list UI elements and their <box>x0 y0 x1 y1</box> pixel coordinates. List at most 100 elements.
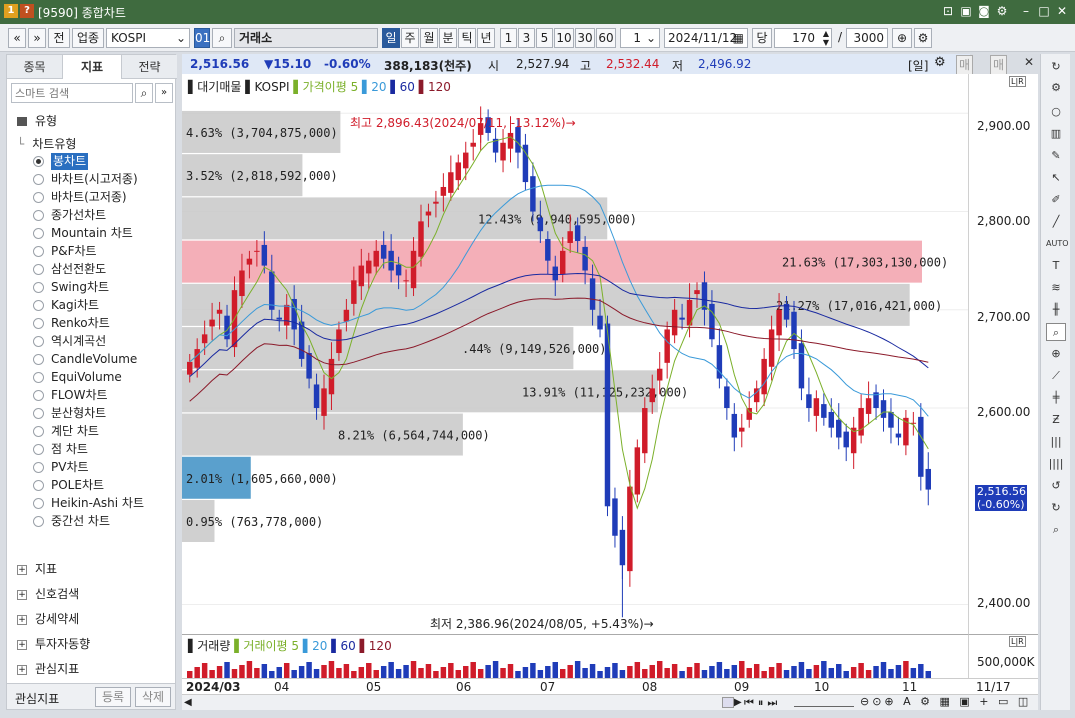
code-number[interactable]: 01 <box>194 28 210 48</box>
chart-type-radio[interactable] <box>33 228 44 239</box>
chart-type-radio[interactable] <box>33 426 44 437</box>
scroll-left-icon[interactable]: ◀ <box>184 697 192 708</box>
section-strength[interactable]: + 강세약세 <box>17 609 79 629</box>
upjong-button[interactable]: 업종 <box>72 28 104 48</box>
section-favorite[interactable]: + 관심지표 <box>17 659 79 679</box>
chart-type-radio[interactable] <box>33 264 44 275</box>
period-year[interactable]: 년 <box>477 28 495 48</box>
section-indicator[interactable]: + 지표 <box>17 559 57 579</box>
volume-panel[interactable]: ▌거래량 ▌거래이평 5 ▌20 ▌60 ▌120 <box>182 634 970 679</box>
bar-chart-icon[interactable]: ▥ <box>1046 125 1066 143</box>
gear-icon[interactable]: ⚙ <box>994 3 1010 19</box>
chart-type-radio[interactable] <box>33 498 44 509</box>
minimize-icon[interactable]: – <box>1018 3 1034 19</box>
chart-type-item[interactable]: 계단 차트 <box>51 423 99 440</box>
chart-type-radio[interactable] <box>33 192 44 203</box>
register-button[interactable]: 등록 <box>95 687 131 707</box>
search-icon[interactable]: ⌕ <box>212 28 232 48</box>
chart-type-radio[interactable] <box>33 480 44 491</box>
candle-icon[interactable]: ╫ <box>1046 301 1066 319</box>
pointer-icon[interactable]: ↖ <box>1046 169 1066 187</box>
total-input[interactable]: 3000 <box>846 28 888 48</box>
chart-type-item[interactable]: P&F차트 <box>51 243 97 260</box>
gear-icon[interactable]: ⚙ <box>1046 79 1066 97</box>
interval-10[interactable]: 10 <box>554 28 574 48</box>
scroll-thumb[interactable] <box>722 697 734 708</box>
tab-indicator[interactable]: 지표 <box>62 55 122 79</box>
chart-type-item[interactable]: EquiVolume <box>51 369 122 386</box>
chart-type-radio[interactable] <box>33 318 44 329</box>
grid-lines-icon[interactable]: |||| <box>1046 455 1066 473</box>
prev-button[interactable]: « <box>8 28 26 48</box>
zoom-controls[interactable]: ⊖⊙⊕ A ⚙ ▦ ▣ + ▭ ◫ <box>860 695 1031 708</box>
candle-pattern-icon[interactable]: ╪ <box>1046 389 1066 407</box>
chart-type-item[interactable]: 종가선차트 <box>51 207 106 224</box>
chart-type-item[interactable]: 바차트(시고저종) <box>51 171 138 188</box>
settings-icon[interactable]: ⚙ <box>914 28 932 48</box>
period-minute[interactable]: 분 <box>439 28 457 48</box>
chart-type-item[interactable]: POLE차트 <box>51 477 104 494</box>
text-icon[interactable]: T <box>1046 257 1066 275</box>
dang-button[interactable]: 당 <box>752 28 772 48</box>
chart-type-item[interactable]: 분산형차트 <box>51 405 106 422</box>
smart-search-input[interactable] <box>11 83 133 103</box>
magnifier-icon[interactable]: ⌕ <box>1046 323 1066 341</box>
maximize-icon[interactable]: □ <box>1036 3 1052 19</box>
period-day[interactable]: 일 <box>382 28 400 48</box>
chart-type-radio[interactable] <box>33 390 44 401</box>
chart-type-radio[interactable] <box>33 300 44 311</box>
period-week[interactable]: 주 <box>401 28 419 48</box>
chart-close-icon[interactable]: ✕ <box>1024 55 1034 69</box>
auto-line-icon[interactable]: AUTO <box>1046 235 1069 253</box>
chart-type-radio[interactable] <box>33 246 44 257</box>
chart-type-item[interactable]: 중간선 차트 <box>51 513 110 530</box>
chart-scrollbar[interactable]: ◀ ▶ ⏮⏸⏭ ⊖⊙⊕ A ⚙ ▦ ▣ + ▭ ◫ <box>182 694 1038 710</box>
zoom-slider[interactable] <box>794 697 854 707</box>
jeon-button[interactable]: 전 <box>48 28 70 48</box>
interval-1[interactable]: 1 <box>500 28 517 48</box>
fibonacci-icon[interactable]: ≋ <box>1046 279 1066 297</box>
interval-5[interactable]: 5 <box>536 28 553 48</box>
chart-type-item[interactable]: Renko차트 <box>51 315 110 332</box>
brush-icon[interactable]: ✐ <box>1046 191 1066 209</box>
chart-type-radio[interactable] <box>33 156 44 167</box>
chart-type-radio[interactable] <box>33 282 44 293</box>
chart-type-item[interactable]: 바차트(고저종) <box>51 189 127 206</box>
chart-type-item[interactable]: FLOW차트 <box>51 387 108 404</box>
category-header[interactable]: 유형 <box>17 111 57 131</box>
chart-type-item[interactable]: 삼선전환도 <box>51 261 106 278</box>
chart-type-radio[interactable] <box>33 354 44 365</box>
count-select[interactable]: 1 ⌄ <box>620 28 660 48</box>
interval-30[interactable]: 30 <box>575 28 595 48</box>
redo-icon[interactable]: ↻ <box>1046 499 1066 517</box>
refresh-icon[interactable]: ↻ <box>1046 58 1066 76</box>
tab-stock[interactable]: 종목 <box>7 55 62 79</box>
window-number-badge[interactable]: 1 <box>4 4 18 18</box>
chart-type-item[interactable]: PV차트 <box>51 459 89 476</box>
search-icon[interactable]: ⌕ <box>135 83 153 103</box>
chart-type-item[interactable]: 역시계곡선 <box>51 333 106 350</box>
chart-settings-icon[interactable]: ⚙ <box>934 55 946 70</box>
line-icon[interactable]: ╱ <box>1046 213 1066 231</box>
chart-type-group[interactable]: └ 차트유형 <box>17 135 76 152</box>
search-icon[interactable]: ⌕ <box>1046 521 1066 539</box>
pen-icon[interactable]: ✎ <box>1046 147 1066 165</box>
delete-button[interactable]: 삭제 <box>135 687 171 707</box>
zoom-icon[interactable]: ⊕ <box>892 28 912 48</box>
pattern-icon[interactable]: ⟋ <box>1046 367 1066 385</box>
chart-type-radio[interactable] <box>33 174 44 185</box>
help-badge[interactable]: ? <box>20 4 34 18</box>
chart-type-radio[interactable] <box>33 210 44 221</box>
interval-60[interactable]: 60 <box>596 28 616 48</box>
code-select[interactable]: KOSPI ⌄ <box>106 28 190 48</box>
vertical-lines-icon[interactable]: ||| <box>1046 433 1066 451</box>
chart-type-radio[interactable] <box>33 516 44 527</box>
tab-strategy[interactable]: 전략 <box>122 55 177 79</box>
chart-type-item[interactable]: 점 차트 <box>51 441 88 458</box>
chart-type-item[interactable]: Swing차트 <box>51 279 109 296</box>
scroll-right-icon[interactable]: ▶ <box>734 697 742 708</box>
axis-mode-icon[interactable]: L|R <box>1009 76 1026 87</box>
close-icon[interactable]: ✕ <box>1054 3 1070 19</box>
chart-type-item[interactable]: Heikin-Ashi 차트 <box>51 495 144 512</box>
chart-type-radio[interactable] <box>33 408 44 419</box>
